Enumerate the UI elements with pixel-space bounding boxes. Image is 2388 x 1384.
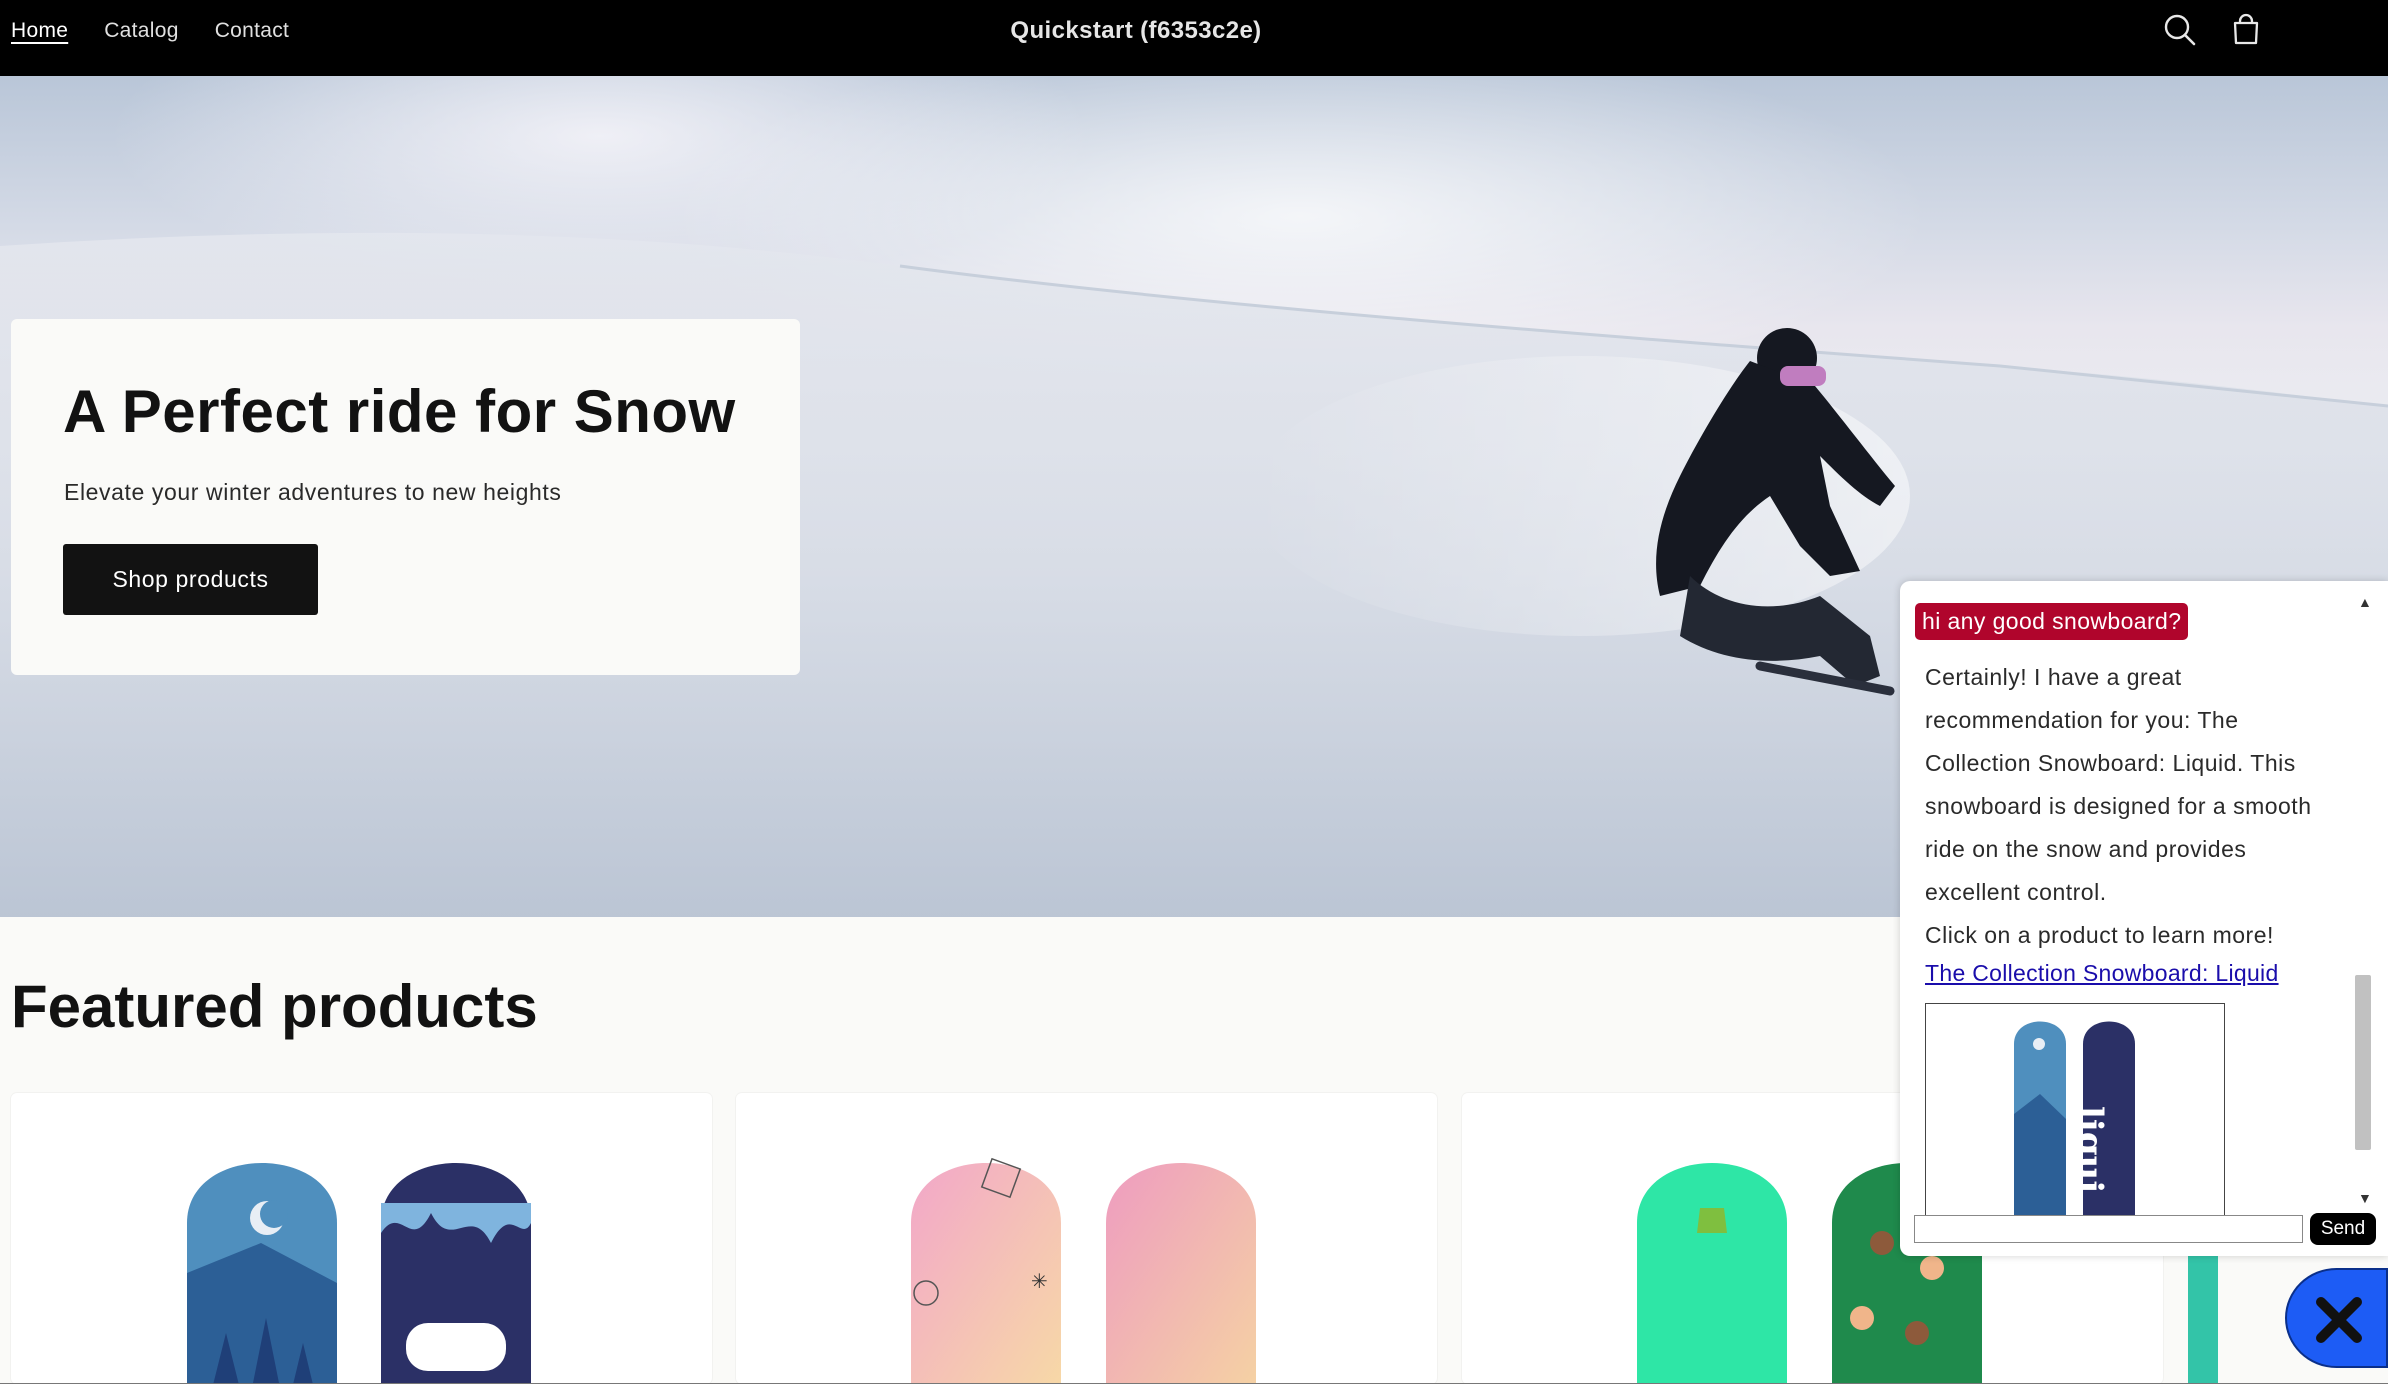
product-card-partial[interactable] bbox=[2188, 1256, 2218, 1384]
snowboard-pink-image: ✳ bbox=[911, 1157, 1256, 1384]
snowboard-liquid-image bbox=[187, 1163, 531, 1384]
chat-scrollbar[interactable] bbox=[2355, 975, 2371, 1150]
bot-message: Certainly! I have a great recommendation… bbox=[1925, 656, 2345, 957]
bot-message-cta: Click on a product to learn more! bbox=[1925, 922, 2274, 948]
hero-content-card: A Perfect ride for Snow Elevate your win… bbox=[11, 319, 800, 675]
chat-panel: hi any good snowboard? Certainly! I have… bbox=[1900, 581, 2388, 1256]
bot-message-text: Certainly! I have a great recommendation… bbox=[1925, 664, 2312, 905]
product-card-liquid[interactable] bbox=[11, 1093, 712, 1384]
product-card-hydrogen[interactable]: ✳ bbox=[736, 1093, 1437, 1384]
featured-products-heading: Featured products bbox=[11, 973, 538, 1040]
svg-text:liqui: liqui bbox=[2070, 1106, 2110, 1193]
chat-input[interactable] bbox=[1914, 1215, 2303, 1243]
hero-subtitle: Elevate your winter adventures to new he… bbox=[64, 479, 562, 505]
store-name[interactable]: Quickstart (f6353c2e) bbox=[0, 0, 2272, 62]
cart-icon[interactable] bbox=[2226, 10, 2266, 50]
scroll-up-arrow[interactable]: ▲ bbox=[2358, 594, 2372, 610]
hero-title: A Perfect ride for Snow bbox=[63, 378, 736, 445]
snowboard-thumbnail-image: liqui bbox=[2014, 1021, 2135, 1219]
chat-close-button[interactable] bbox=[2285, 1268, 2388, 1368]
scroll-down-arrow[interactable]: ▼ bbox=[2358, 1190, 2372, 1206]
shop-products-button[interactable]: Shop products bbox=[63, 544, 318, 615]
svg-text:✳: ✳ bbox=[1031, 1269, 1048, 1293]
send-button[interactable]: Send bbox=[2310, 1213, 2376, 1245]
header-bar: Home Catalog Contact Quickstart (f6353c2… bbox=[0, 0, 2388, 76]
search-icon[interactable] bbox=[2160, 10, 2200, 50]
close-icon bbox=[2316, 1297, 2362, 1343]
product-thumbnail[interactable]: liqui bbox=[1925, 1003, 2225, 1220]
product-link[interactable]: The Collection Snowboard: Liquid bbox=[1925, 960, 2279, 987]
user-message-bubble: hi any good snowboard? bbox=[1915, 603, 2189, 640]
